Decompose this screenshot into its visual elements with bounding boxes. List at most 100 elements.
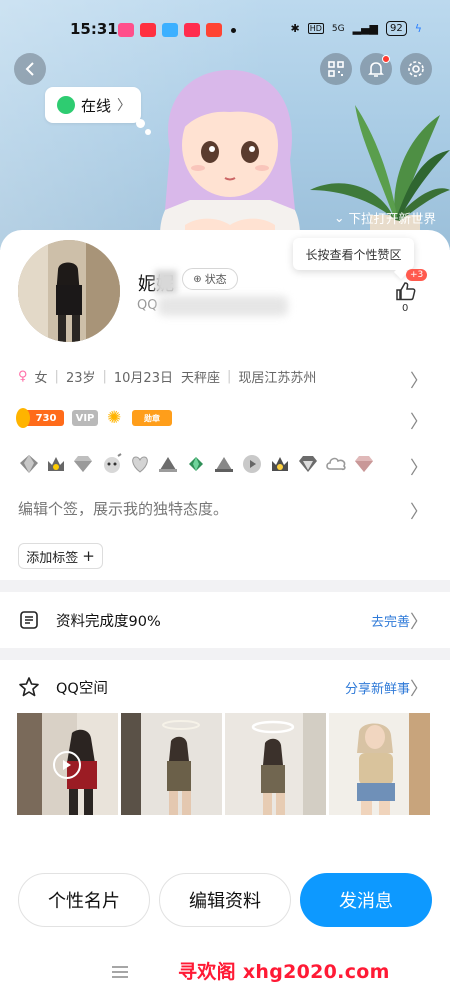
wallet-icon [162,23,178,37]
share-news-link[interactable]: 分享新鲜事 [345,678,410,697]
add-tag-button[interactable]: 添加标签 + [18,543,103,569]
photo-thumbnail [225,713,326,815]
chevron-right-icon: 〉 [410,458,428,479]
like-count: 0 [402,303,409,314]
profile-completion-row[interactable]: 资料完成度90% 去完善 〉 [0,600,450,640]
gear-icon [408,61,424,77]
birthday: 10月23日 [113,371,173,386]
play-video-button[interactable] [53,751,81,779]
status-chip[interactable]: ⊕ 状态 [182,268,238,290]
online-status-label: 在线 [81,96,112,115]
like-tooltip: 长按查看个性赞区 [293,238,414,270]
achievements-row[interactable]: 〉 [0,450,450,480]
crown-icon [16,408,30,428]
like-button[interactable]: +3 [392,269,432,315]
status-bar: 15:31 ✱ HD 5G ▂▄▆ 92 ϟ [0,14,450,44]
divider: | [54,369,59,384]
section-divider [0,648,450,660]
redacted-name [155,270,177,294]
completion-title: 资料完成度90% [56,613,161,630]
medal-label: 勋章 [144,413,160,423]
avatar[interactable] [18,240,120,342]
photo-thumbnail [329,713,430,815]
music-icon [184,23,200,37]
qq-number-label: QQ [137,298,158,313]
app-notification-icon [118,23,134,37]
status-icon: ⊕ [193,273,202,285]
medal-badge: 勋章 [132,410,172,426]
online-status-button[interactable]: 在线 〉 [45,87,141,123]
profile-card: 妮妮 ⊕ 状态 QQ 长按查看个性赞区 +3 0 ♀ 女 | 23岁 | 10月… [0,230,450,1000]
edit-profile-button[interactable]: 编辑资料 [159,873,291,927]
settings-button[interactable] [400,53,432,85]
vip-badge: VIP [72,410,98,426]
divider: | [226,369,232,384]
qr-code-icon [328,61,344,77]
status-chip-label: 状态 [204,273,227,286]
profile-card-button[interactable]: 个性名片 [18,873,150,927]
bluetooth-icon: ✱ [290,22,300,35]
chevron-right-icon: 〉 [410,502,428,523]
play-icon [243,455,261,473]
back-button[interactable] [14,53,46,85]
crown-icon [48,457,64,471]
complete-profile-link[interactable]: 去完善 [371,611,410,630]
hat-icon [215,457,233,472]
diamond-icon [355,456,373,472]
bubble-tail [145,129,151,135]
more-dot-icon [231,28,236,33]
pull-down-hint: ⌄ 下拉打开新世界 [334,208,436,227]
chevron-right-icon: 〉 [410,679,428,700]
female-icon: ♀ [18,369,28,384]
qr-code-button[interactable] [320,53,352,85]
signature-row[interactable]: 编辑个签，展示我的独特态度。 〉 [0,498,450,523]
photo-thumbnail [121,713,222,815]
pull-hint-label: 下拉打开新世界 [348,211,436,226]
hd-icon: HD [307,23,324,34]
diamond-icon [299,456,317,472]
qzone-photo[interactable] [121,713,222,815]
chevron-right-icon: 〉 [410,612,428,633]
send-message-button[interactable]: 发消息 [300,873,432,927]
bubble-tail [136,119,145,128]
level-value: 730 [35,412,57,424]
notification-dot [382,55,390,63]
badges-row[interactable]: 730 VIP ✺ 勋章 〉 [0,406,450,433]
qzone-photo-strip [17,713,433,815]
status-time: 15:31 [70,20,118,38]
chevron-right-icon: 〉 [410,371,428,392]
bell-icon [368,61,384,77]
thumbs-up-icon [396,282,416,301]
signal-icon: ▂▄▆ [352,22,378,35]
qzone-photo[interactable] [329,713,430,815]
chevron-right-icon: 〉 [410,412,428,433]
qzone-title: QQ空间 [56,680,108,697]
qzone-photo[interactable] [17,713,118,815]
zodiac: 天秤座 [180,371,220,386]
network-label: 5G [331,23,345,34]
plus-icon: + [82,547,95,565]
gem-icon [189,457,203,471]
battery-icon: 92 [386,21,407,36]
qzone-row[interactable]: QQ空间 分享新鲜事 〉 [0,667,450,707]
emoji-icon [104,453,122,473]
gender: 女 [34,371,48,386]
diamond-icon [74,456,92,472]
basic-info-row[interactable]: ♀ 女 | 23岁 | 10月23日 天秤座 | 现居江苏苏州 〉 [0,367,450,392]
heart-icon [132,456,148,473]
section-divider [0,580,450,592]
chevron-left-icon [25,62,34,76]
chevron-right-icon: 〉 [117,98,132,114]
location: 现居江苏苏州 [238,371,317,386]
charging-icon: ϟ [414,22,422,35]
divider: | [102,369,107,384]
hat-icon [159,457,177,472]
avatar-photo [18,240,120,342]
notifications-button[interactable] [360,53,392,85]
star-icon [19,677,39,697]
redacted-qq-number [158,296,288,316]
profile-hero-banner[interactable]: 15:31 ✱ HD 5G ▂▄▆ 92 ϟ 在线 〉 ⌄ 下拉打开新世界 [0,0,450,250]
qzone-photo[interactable] [225,713,326,815]
menu-icon[interactable] [111,965,129,979]
diamond-icon [20,455,38,473]
